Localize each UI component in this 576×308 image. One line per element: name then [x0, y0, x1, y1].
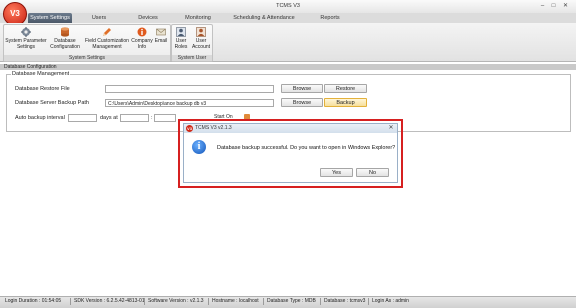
auto-backup-time-input[interactable] [120, 114, 149, 122]
tab-scheduling-attendance[interactable]: Scheduling & Attendance [228, 13, 300, 23]
restore-browse-button[interactable]: Browse [281, 84, 323, 93]
user-roles-button[interactable]: User Roles [172, 25, 190, 55]
email-button[interactable]: Email [153, 25, 169, 55]
database-configuration-label: Database Configuration [50, 38, 80, 50]
pencil-icon [103, 28, 111, 36]
yes-button[interactable]: Yes [320, 168, 353, 177]
company-info-label: Company Info [131, 38, 153, 50]
time-separator: : [151, 115, 153, 121]
email-icon [156, 28, 166, 36]
ribbon-group-label: System User [172, 55, 212, 61]
user-account-icon [196, 27, 206, 37]
minimize-button[interactable]: – [538, 2, 547, 10]
auto-backup-label: Auto backup interval [15, 115, 65, 121]
status-hostname: Hostname : localhost [212, 298, 259, 304]
dialog-message: Database backup successful. Do you want … [217, 145, 396, 151]
status-database-type: Database Type : MDB [267, 298, 316, 304]
section-title: Database Configuration [0, 64, 576, 70]
gear-icon [21, 27, 31, 37]
tab-devices[interactable]: Devices [130, 13, 166, 23]
no-button[interactable]: No [356, 168, 389, 177]
user-account-button[interactable]: User Account [191, 25, 211, 55]
status-separator [70, 298, 71, 305]
tab-users[interactable]: Users [82, 13, 116, 23]
user-account-label: User Account [191, 38, 211, 50]
tab-reports[interactable]: Reports [312, 13, 348, 23]
system-parameter-settings-label: System Parameter Settings [5, 38, 47, 50]
status-sdk-version: SDK Version : 6.2.5.42-4813-01 [74, 298, 145, 304]
ribbon-group-label: System Settings [4, 55, 170, 61]
days-at-label: days at [100, 115, 118, 121]
auto-backup-minute-input[interactable] [154, 114, 176, 122]
tab-system-settings[interactable]: System Settings [28, 13, 72, 23]
database-icon [61, 27, 69, 37]
status-database: Database : tcmsv3 [324, 298, 366, 304]
company-info-button[interactable]: Company Info [131, 25, 153, 55]
field-customization-management-label: Field Customization Management [85, 38, 129, 50]
backup-path-input[interactable]: C:\Users\Admin\Desktop\ance backup db v3 [105, 99, 274, 107]
status-login-duration: Login Duration : 01:54:05 [5, 298, 62, 304]
status-separator [208, 298, 209, 305]
restore-file-label: Database Restore File [15, 86, 70, 92]
auto-backup-days-input[interactable] [68, 114, 97, 122]
restore-file-input[interactable] [105, 85, 274, 93]
user-roles-label: User Roles [174, 38, 188, 50]
window-title: TCMS V3 [276, 3, 300, 9]
field-customization-management-button[interactable]: Field Customization Management [83, 25, 131, 55]
status-separator [263, 298, 264, 305]
ribbon-group-system-user: User Roles User Account System User [171, 24, 213, 62]
database-configuration-button[interactable]: Database Configuration [48, 25, 82, 55]
backup-browse-button[interactable]: Browse [281, 98, 323, 107]
ribbon-group-system-settings: System Parameter Settings Database Confi… [3, 24, 171, 62]
backup-button[interactable]: Backup [324, 98, 367, 107]
user-roles-icon [176, 27, 186, 37]
dialog-logo-icon: V3 [186, 125, 193, 132]
status-login-as: Login As : admin [372, 298, 409, 304]
maximize-button[interactable]: □ [549, 2, 558, 10]
system-parameter-settings-button[interactable]: System Parameter Settings [5, 25, 47, 55]
status-separator [320, 298, 321, 305]
backup-path-label: Database Server Backup Path [15, 100, 89, 106]
tab-monitoring[interactable]: Monitoring [178, 13, 218, 23]
restore-button[interactable]: Restore [324, 84, 367, 93]
info-icon [137, 27, 147, 37]
group-title: Database Management [11, 71, 71, 77]
dialog-title: TCMS V3 v2.1.3 [195, 125, 232, 131]
close-button[interactable]: ✕ [561, 2, 570, 10]
info-icon: i [192, 140, 206, 154]
status-separator [368, 298, 369, 305]
status-separator [144, 298, 145, 305]
email-label: Email [154, 38, 168, 44]
dialog-close-button[interactable]: ✕ [386, 124, 396, 132]
status-software-version: Software Version : v2.1.3 [148, 298, 204, 304]
